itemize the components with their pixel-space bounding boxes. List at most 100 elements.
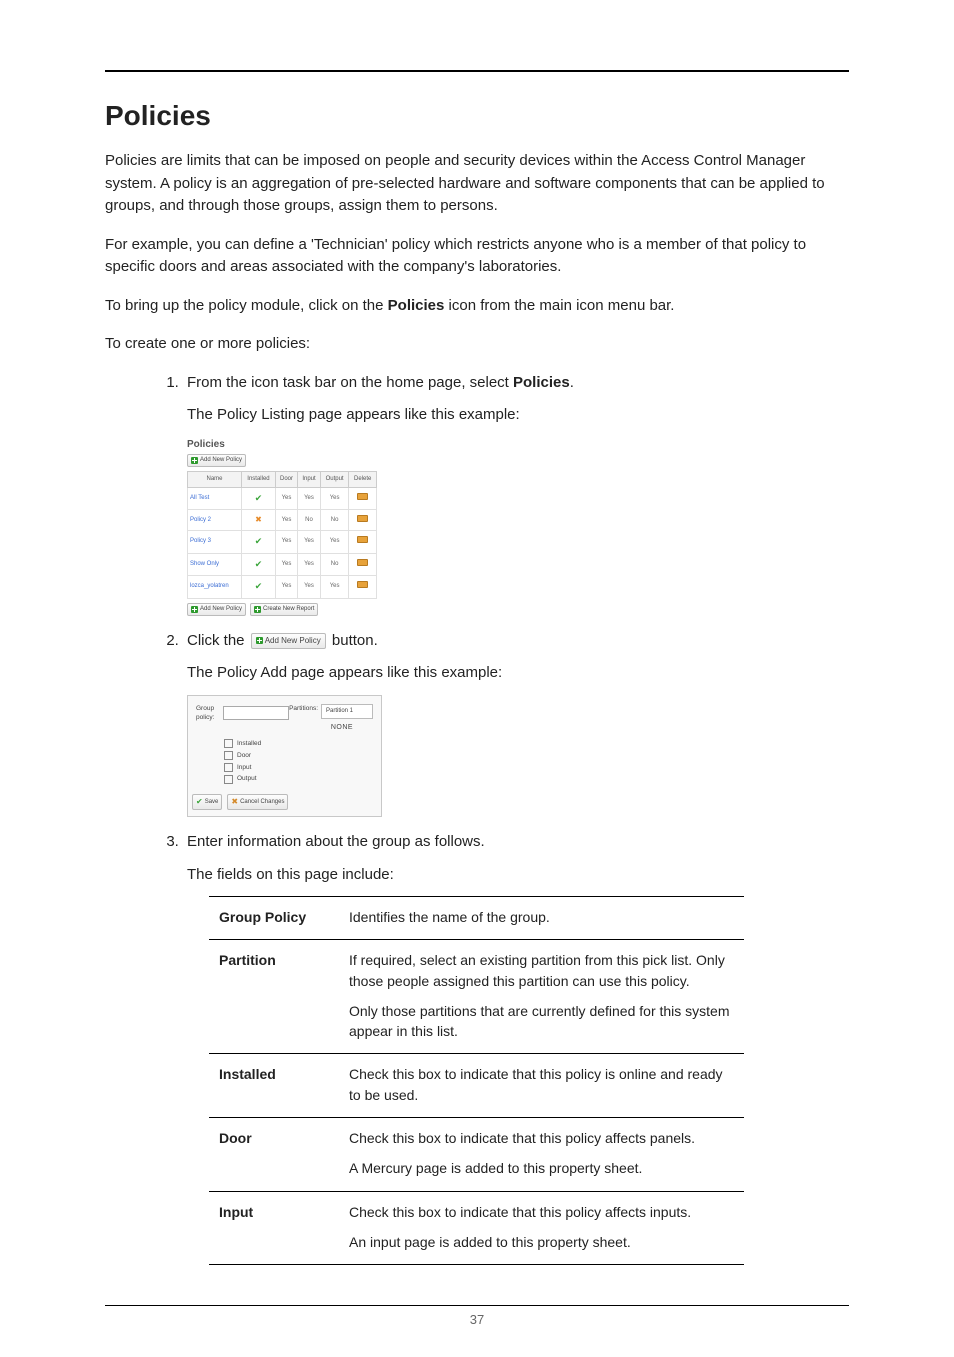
page-title: Policies xyxy=(105,100,849,132)
field-name: Input xyxy=(209,1191,339,1265)
policy-name-link[interactable]: lozca_yolatren xyxy=(188,576,242,599)
col-delete: Delete xyxy=(349,471,377,487)
policy-add-screenshot: Group policy: Partitions: Partition 1 NO… xyxy=(187,695,382,818)
cell-output: No xyxy=(320,553,348,576)
partitions-label: Partitions: xyxy=(289,704,318,714)
delete-icon xyxy=(357,536,368,543)
save-button[interactable]: ✔ Save xyxy=(192,794,222,810)
cell-delete[interactable] xyxy=(349,510,377,531)
cell-output: Yes xyxy=(320,576,348,599)
field-desc: An input page is added to this property … xyxy=(349,1232,734,1252)
plus-icon xyxy=(191,457,198,464)
field-desc: Check this box to indicate that this pol… xyxy=(349,1064,734,1105)
field-name: Door xyxy=(209,1118,339,1192)
field-name: Partition xyxy=(209,940,339,1054)
footer-report-label: Create New Report xyxy=(263,605,314,614)
policy-name-link[interactable]: Show Only xyxy=(188,553,242,576)
cell-delete[interactable] xyxy=(349,487,377,510)
inline-add-label: Add New Policy xyxy=(265,635,321,647)
check-icon: ✔ xyxy=(196,796,203,808)
partition-select[interactable]: Partition 1 xyxy=(321,704,373,719)
checkbox-output[interactable]: Output xyxy=(224,774,373,784)
cancel-changes-button[interactable]: ✖ Cancel Changes xyxy=(227,794,288,810)
col-installed: Installed xyxy=(242,471,276,487)
add-new-policy-button-top[interactable]: Add New Policy xyxy=(187,454,246,467)
add-new-policy-button-inline[interactable]: Add New Policy xyxy=(251,633,326,649)
checkbox-label: Door xyxy=(237,751,251,761)
create-new-report-button[interactable]: Create New Report xyxy=(250,603,318,616)
field-desc: Only those partitions that are currently… xyxy=(349,1001,734,1042)
cell-input: Yes xyxy=(298,487,321,510)
policy-name-link[interactable]: Policy 3 xyxy=(188,531,242,554)
page-number: 37 xyxy=(105,1312,849,1357)
delete-icon xyxy=(357,515,368,522)
cell-input: Yes xyxy=(298,576,321,599)
checkbox-door[interactable]: Door xyxy=(224,751,373,761)
field-desc-cell: Check this box to indicate that this pol… xyxy=(339,1191,744,1265)
step2-caption: The Policy Add page appears like this ex… xyxy=(187,662,849,685)
cell-delete[interactable] xyxy=(349,576,377,599)
step-2: Click the Add New Policy button. The Pol… xyxy=(183,630,849,818)
delete-icon xyxy=(357,559,368,566)
table-row: lozca_yolatren✔YesYesYes xyxy=(188,576,377,599)
intro-para-2: For example, you can define a 'Technicia… xyxy=(105,234,849,279)
x-icon: ✖ xyxy=(255,515,262,524)
partition-none: NONE xyxy=(321,723,363,734)
step1-post: . xyxy=(570,374,574,391)
policy-name-link[interactable]: All Test xyxy=(188,487,242,510)
policy-listing-screenshot: Policies Add New Policy Name Installed D… xyxy=(187,437,377,616)
cell-installed: ✔ xyxy=(242,531,276,554)
cell-door: Yes xyxy=(275,510,297,531)
plus-icon xyxy=(191,606,198,613)
group-policy-input[interactable] xyxy=(223,706,289,720)
field-desc-cell: Identifies the name of the group. xyxy=(339,897,744,940)
cell-installed: ✔ xyxy=(242,553,276,576)
cell-output: Yes xyxy=(320,531,348,554)
cell-delete[interactable] xyxy=(349,553,377,576)
field-row: InputCheck this box to indicate that thi… xyxy=(209,1191,744,1265)
step1-pre: From the icon task bar on the home page,… xyxy=(187,374,513,391)
field-row: PartitionIf required, select an existing… xyxy=(209,940,744,1054)
field-desc: Check this box to indicate that this pol… xyxy=(349,1128,734,1148)
checkbox-icon xyxy=(224,751,233,760)
checkbox-installed[interactable]: Installed xyxy=(224,739,373,749)
bring-up-bold: Policies xyxy=(388,297,445,314)
field-name: Group Policy xyxy=(209,897,339,940)
field-row: InstalledCheck this box to indicate that… xyxy=(209,1054,744,1118)
checkbox-icon xyxy=(224,739,233,748)
cell-output: Yes xyxy=(320,487,348,510)
save-label: Save xyxy=(205,798,219,807)
checkbox-icon xyxy=(224,775,233,784)
col-output: Output xyxy=(320,471,348,487)
intro-para-1: Policies are limits that can be imposed … xyxy=(105,150,849,218)
checkbox-input[interactable]: Input xyxy=(224,763,373,773)
policy-listing-table: Name Installed Door Input Output Delete … xyxy=(187,471,377,599)
checkbox-label: Installed xyxy=(237,739,261,749)
step3-caption: The fields on this page include: xyxy=(187,864,849,887)
field-name: Installed xyxy=(209,1054,339,1118)
cell-door: Yes xyxy=(275,576,297,599)
listing-title: Policies xyxy=(187,437,377,452)
cell-door: Yes xyxy=(275,531,297,554)
step2-post: button. xyxy=(332,632,378,649)
cell-delete[interactable] xyxy=(349,531,377,554)
cell-installed: ✖ xyxy=(242,510,276,531)
checkbox-label: Input xyxy=(237,763,251,773)
delete-icon xyxy=(357,581,368,588)
bring-up-para: To bring up the policy module, click on … xyxy=(105,295,849,318)
checkbox-label: Output xyxy=(237,774,257,784)
policy-name-link[interactable]: Policy 2 xyxy=(188,510,242,531)
field-desc: Identifies the name of the group. xyxy=(349,907,734,927)
field-desc-cell: Check this box to indicate that this pol… xyxy=(339,1118,744,1192)
plus-icon xyxy=(254,606,261,613)
checkbox-icon xyxy=(224,763,233,772)
field-row: Door Check this box to indicate that this… xyxy=(209,1118,744,1192)
step-3: Enter information about the group as fol… xyxy=(183,831,849,1265)
step1-bold: Policies xyxy=(513,374,570,391)
to-create-para: To create one or more policies: xyxy=(105,333,849,356)
col-input: Input xyxy=(298,471,321,487)
add-new-policy-button-bottom[interactable]: Add New Policy xyxy=(187,603,246,616)
field-desc-cell: If required, select an existing partitio… xyxy=(339,940,744,1054)
bring-up-pre: To bring up the policy module, click on … xyxy=(105,297,388,314)
table-row: Show Only✔YesYesNo xyxy=(188,553,377,576)
